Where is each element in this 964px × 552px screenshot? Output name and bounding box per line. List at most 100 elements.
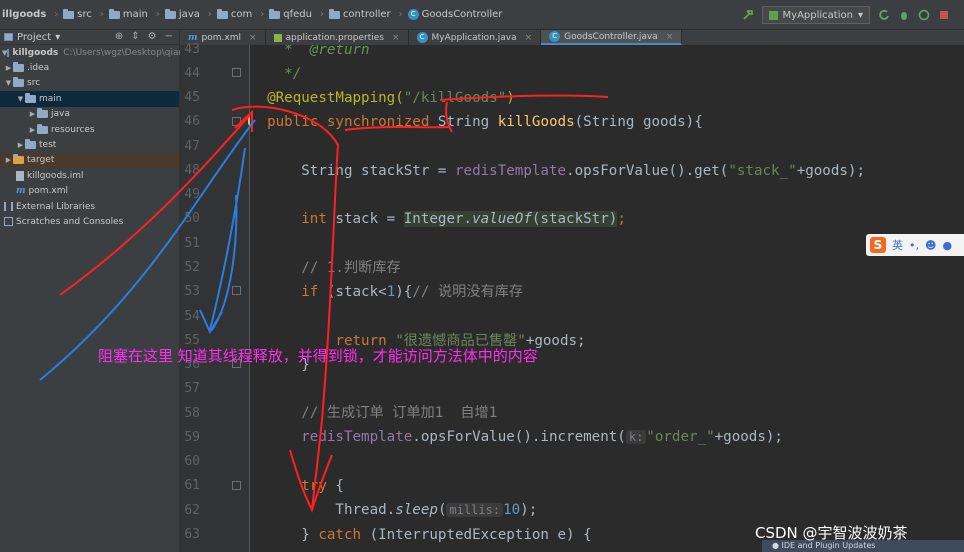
code-line-58: // 生成订单 订单加1 自增1 [301, 405, 498, 421]
line-number: 61 [184, 478, 200, 493]
folder-icon [216, 8, 228, 19]
chevron-down-icon: ▼ [17, 94, 24, 103]
ime-language[interactable]: 英 [892, 237, 903, 253]
navigation-bar: illgoods › src › main › java › com › qfedu › c… [0, 0, 964, 30]
code-editor[interactable]: * @return */ @RequestMapping("/killGoods… [250, 45, 964, 552]
breadcrumb-item[interactable]: C GoodsController [407, 9, 502, 20]
build-hammer-icon[interactable] [742, 9, 754, 21]
tree-item-idea[interactable]: ▶ .idea [0, 60, 179, 75]
breadcrumb-item[interactable]: controller › [328, 8, 408, 20]
line-number: 57 [184, 381, 200, 396]
tab-goodscontroller-java[interactable]: C GoodsController.java × [541, 30, 683, 45]
breadcrumb-item[interactable]: qfedu › [269, 8, 329, 20]
close-icon[interactable]: × [392, 33, 400, 43]
toolbar: MyApplication ▾ [742, 6, 950, 24]
line-number: 62 [184, 503, 200, 518]
locate-icon[interactable]: ⊕ [115, 31, 123, 42]
breadcrumb-item[interactable]: illgoods › [2, 9, 63, 20]
line-number: 43 [184, 42, 200, 57]
close-icon[interactable]: × [666, 32, 674, 42]
folder-icon [164, 8, 176, 19]
code-line-48: String stackStr = redisTemplate.opsForVa… [301, 163, 866, 179]
tab-myapplication-java[interactable]: C MyApplication.java × [409, 30, 542, 45]
code-line-59: redisTemplate.opsForValue().increment(k:… [301, 429, 783, 445]
chevron-right-icon: ▶ [17, 141, 24, 150]
parameter-hint: millis: [446, 503, 504, 517]
line-number: 51 [184, 236, 200, 251]
excluded-folder-icon [13, 154, 24, 165]
code-line-43: * @return [250, 45, 370, 58]
chevron-right-icon: ▶ [29, 125, 36, 134]
run-configuration-select[interactable]: MyApplication ▾ [761, 6, 870, 24]
source-folder-icon [37, 108, 48, 119]
project-panel-header[interactable]: Project ▾ ⊕ ⇕ ⚙ − [0, 30, 179, 45]
close-icon[interactable]: × [525, 33, 533, 43]
collapse-all-icon[interactable]: ⇕ [131, 31, 139, 42]
tree-item-root[interactable]: ▼ killgoods C:\Users\wgz\Desktop\qian [0, 45, 184, 60]
folder-icon [63, 8, 75, 19]
code-line-44: */ [284, 66, 302, 82]
rerun-icon[interactable] [878, 9, 890, 21]
punctuation-icon[interactable]: •, [909, 239, 919, 252]
tree-item-external-libraries[interactable]: External Libraries [0, 199, 179, 214]
chevron-right-icon: ▶ [29, 110, 36, 119]
annotation-note: 阻塞在这里 知道其线程释放，并得到锁，才能访问方法体中的内容 [98, 347, 538, 365]
debug-bug-icon[interactable] [898, 9, 910, 21]
folder-icon [13, 77, 24, 88]
watermark: CSDN @宇智波波奶茶 [755, 524, 908, 542]
folder-icon [269, 8, 281, 19]
chevron-down-icon: ▾ [55, 31, 61, 43]
tab-application-properties[interactable]: application.properties × [266, 30, 409, 45]
tree-item-src[interactable]: ▼ src [0, 76, 179, 91]
folder-icon [25, 139, 36, 150]
line-number: 45 [184, 90, 200, 105]
parameter-hint: k: [625, 430, 647, 444]
fold-marker-icon[interactable] [232, 286, 241, 295]
code-line-45: @RequestMapping("/killGoods") [267, 90, 515, 106]
chevron-right-icon: ▶ [5, 64, 12, 73]
fold-marker-icon[interactable] [232, 481, 241, 490]
fold-marker-icon[interactable] [232, 117, 241, 126]
project-icon [4, 33, 13, 41]
project-tree: ▼ killgoods C:\Users\wgz\Desktop\qian ▶ … [0, 45, 184, 230]
properties-file-icon [273, 33, 282, 42]
tree-item-resources[interactable]: ▶ resources [0, 122, 179, 137]
breadcrumb-item[interactable]: java › [164, 8, 217, 20]
breadcrumb-item[interactable]: com › [216, 8, 269, 20]
hide-icon[interactable]: − [165, 31, 173, 42]
folder-icon [108, 8, 120, 19]
line-number: 48 [184, 163, 200, 178]
editor-tabs: m pom.xml × application.properties × C M… [180, 30, 964, 45]
folder-icon [328, 8, 340, 19]
fold-marker-icon[interactable] [232, 68, 241, 77]
tree-item-target[interactable]: ▶ target [0, 152, 179, 169]
module-icon [7, 48, 10, 57]
tree-item-iml[interactable]: killgoods.iml [0, 168, 179, 183]
tree-item-pom[interactable]: m pom.xml [0, 184, 179, 199]
breadcrumb: illgoods › src › main › java › com › qfedu › c… [0, 8, 502, 20]
folder-icon [13, 62, 24, 73]
ime-toolbar[interactable]: S 英 •, ☻ ● [866, 234, 964, 256]
sogou-logo-icon: S [870, 237, 886, 253]
emoji-icon[interactable]: ☻ [925, 239, 936, 252]
line-number: 46 [184, 114, 200, 129]
tree-item-java[interactable]: ▶ java [0, 107, 179, 122]
scratches-icon [4, 217, 13, 227]
tree-item-scratches[interactable]: Scratches and Consoles [0, 214, 179, 229]
microphone-icon[interactable]: ● [942, 239, 952, 252]
code-line-52: // 1.判断库存 [301, 260, 401, 276]
gear-icon[interactable]: ⚙ [148, 31, 157, 42]
coverage-icon[interactable] [918, 9, 930, 21]
line-number: 50 [184, 211, 200, 226]
line-number: 44 [184, 66, 200, 81]
tree-item-test[interactable]: ▶ test [0, 137, 179, 152]
code-line-46: public synchronized String killGoods(Str… [267, 114, 703, 130]
library-icon [4, 202, 13, 212]
stop-icon[interactable] [938, 9, 950, 21]
close-icon[interactable]: × [249, 33, 257, 43]
breadcrumb-item[interactable]: src › [63, 8, 109, 20]
code-line-50: int stack = Integer.valueOf(stackStr); [301, 211, 626, 227]
chevron-down-icon: ▼ [5, 79, 12, 88]
breadcrumb-item[interactable]: main › [108, 8, 165, 20]
tree-item-main[interactable]: ▼ main [0, 91, 179, 107]
